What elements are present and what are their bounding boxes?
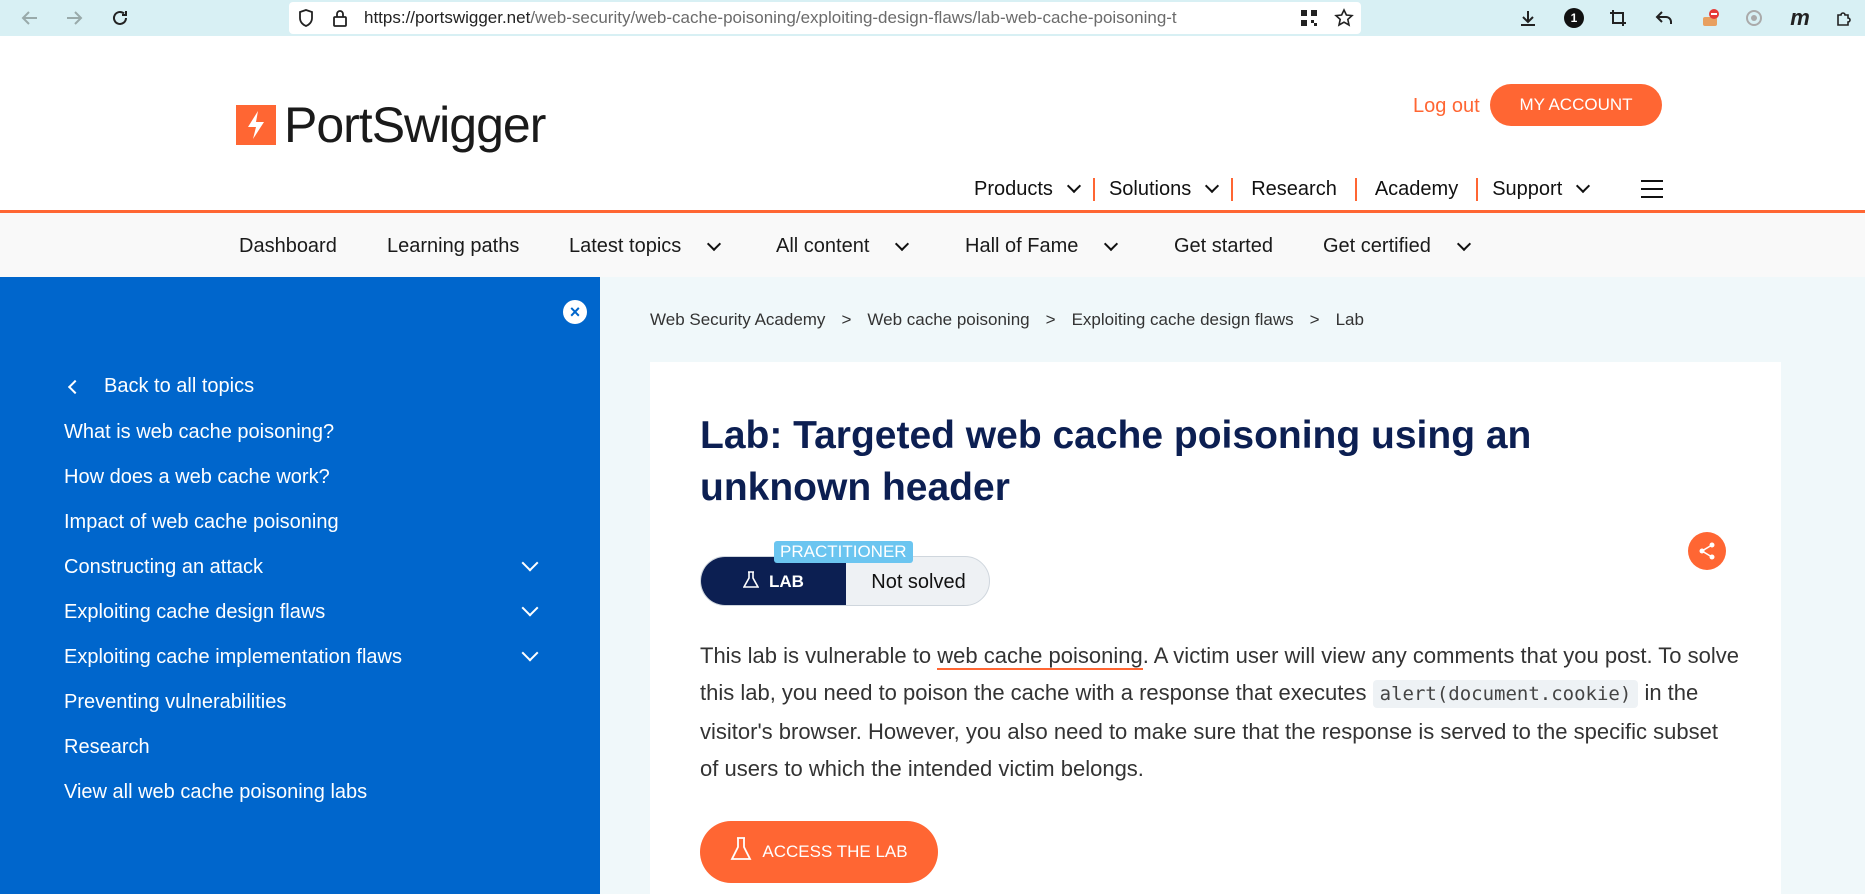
breadcrumb-design-flaws[interactable]: Exploiting cache design flaws <box>1072 310 1294 330</box>
academy-nav-hall-of-fame[interactable]: Hall of Fame <box>965 235 1119 258</box>
share-icon[interactable] <box>1688 532 1726 570</box>
sidebar-item-constructing-attack[interactable]: Constructing an attack <box>64 556 263 579</box>
sidebar-item-what-is[interactable]: What is web cache poisoning? <box>64 421 334 444</box>
close-sidebar-icon[interactable]: × <box>563 300 587 324</box>
lock-icon[interactable] <box>326 4 354 32</box>
breadcrumb-separator: > <box>841 310 852 329</box>
access-the-lab-button[interactable]: ACCESS THE LAB <box>700 821 938 883</box>
sidebar-item-impact[interactable]: Impact of web cache poisoning <box>64 511 339 534</box>
academy-nav-learning-paths[interactable]: Learning paths <box>387 235 519 258</box>
nav-products[interactable]: Products <box>960 177 1095 201</box>
breadcrumb-lab[interactable]: Lab <box>1336 310 1364 330</box>
nav-solutions[interactable]: Solutions <box>1095 177 1234 201</box>
nav-products-label: Products <box>974 177 1053 200</box>
my-account-button[interactable]: MY ACCOUNT <box>1490 84 1662 126</box>
nav-research-label: Research <box>1251 177 1337 200</box>
forward-arrow-icon[interactable] <box>60 4 88 32</box>
academy-nav-label: Dashboard <box>239 235 337 257</box>
shield-icon[interactable] <box>292 4 320 32</box>
sidebar-item-all-labs[interactable]: View all web cache poisoning labs <box>64 781 367 804</box>
logo-mark-icon <box>236 105 276 145</box>
bookmark-star-icon[interactable] <box>1330 4 1358 32</box>
lab-status-badge: LAB Not solved <box>700 556 990 606</box>
sidebar-item-implementation-flaws[interactable]: Exploiting cache implementation flaws <box>64 646 402 669</box>
undo-arrow-icon[interactable] <box>1650 4 1678 32</box>
web-cache-poisoning-link[interactable]: web cache poisoning <box>937 643 1143 670</box>
back-arrow-icon[interactable] <box>16 4 44 32</box>
nav-academy[interactable]: Academy <box>1357 177 1479 201</box>
breadcrumb-separator: > <box>1309 310 1320 329</box>
academy-nav-label: Latest topics <box>569 235 682 257</box>
breadcrumb: Web Security Academy > Web cache poisoni… <box>650 310 1364 330</box>
chevron-down-icon <box>1104 236 1119 251</box>
desc-text: This lab is vulnerable to <box>700 643 938 668</box>
code-snippet: alert(document.cookie) <box>1372 680 1639 708</box>
sidebar-item-preventing[interactable]: Preventing vulnerabilities <box>64 691 286 714</box>
extension-m-icon[interactable]: m <box>1786 4 1814 32</box>
extension-blocker-icon[interactable] <box>1696 4 1724 32</box>
logo-text: PortSwigger <box>284 97 546 153</box>
lab-description: This lab is vulnerable to web cache pois… <box>700 637 1740 787</box>
nav-support-label: Support <box>1492 177 1563 200</box>
qr-code-icon[interactable] <box>1295 4 1323 32</box>
extension-gear-icon[interactable] <box>1740 4 1768 32</box>
lab-type-badge: LAB <box>701 557 846 605</box>
academy-nav-get-started[interactable]: Get started <box>1174 235 1273 258</box>
back-label: Back to all topics <box>104 375 255 397</box>
difficulty-badge: PRACTITIONER <box>774 541 913 563</box>
access-the-lab-label: ACCESS THE LAB <box>762 842 908 861</box>
chevron-down-icon <box>707 236 722 251</box>
breadcrumb-web-cache-poisoning[interactable]: Web cache poisoning <box>867 310 1029 330</box>
download-icon[interactable] <box>1514 4 1542 32</box>
chevron-down-icon <box>1205 178 1220 194</box>
flask-icon <box>742 570 760 594</box>
hamburger-menu-icon[interactable] <box>1641 180 1663 198</box>
sidebar-item-design-flaws[interactable]: Exploiting cache design flaws <box>64 601 325 624</box>
chevron-down-icon <box>1576 178 1591 194</box>
solved-status: Not solved <box>871 570 966 593</box>
browser-toolbar: https://portswigger.net/web-security/web… <box>0 0 1865 36</box>
url-text[interactable]: https://portswigger.net/web-security/web… <box>364 8 1284 28</box>
breadcrumb-web-security-academy[interactable]: Web Security Academy <box>650 310 825 330</box>
top-navigation: Products Solutions Research Academy Supp… <box>960 176 1602 202</box>
academy-nav-label: Hall of Fame <box>965 235 1079 257</box>
notification-badge-icon[interactable]: 1 <box>1560 4 1588 32</box>
academy-navigation: Dashboard Learning paths Latest topics A… <box>0 213 1865 277</box>
chevron-down-icon <box>895 236 910 251</box>
breadcrumb-separator: > <box>1045 310 1056 329</box>
nav-solutions-label: Solutions <box>1108 177 1192 200</box>
academy-nav-label: Learning paths <box>387 235 520 257</box>
nav-research[interactable]: Research <box>1233 177 1357 201</box>
lab-badge-label: LAB <box>769 572 804 591</box>
chevron-left-icon <box>67 379 83 394</box>
academy-nav-all-content[interactable]: All content <box>776 235 910 258</box>
portswigger-logo[interactable]: PortSwigger <box>236 97 546 153</box>
academy-nav-latest-topics[interactable]: Latest topics <box>569 235 722 258</box>
reload-icon[interactable] <box>106 4 134 32</box>
logout-link[interactable]: Log out <box>1413 95 1480 118</box>
extensions-puzzle-icon[interactable] <box>1830 4 1858 32</box>
flask-icon <box>730 836 752 869</box>
academy-nav-label: Get started <box>1174 235 1273 257</box>
academy-nav-get-certified[interactable]: Get certified <box>1323 235 1471 258</box>
crop-icon[interactable] <box>1604 4 1632 32</box>
chevron-down-icon <box>1066 178 1082 194</box>
back-to-all-topics-link[interactable]: Back to all topics <box>64 375 254 398</box>
academy-nav-dashboard[interactable]: Dashboard <box>239 235 337 258</box>
page-title: Lab: Targeted web cache poisoning using … <box>700 414 1532 509</box>
nav-academy-label: Academy <box>1374 177 1459 200</box>
academy-nav-label: All content <box>776 235 870 257</box>
chevron-down-icon <box>1456 236 1471 251</box>
sidebar-item-how-cache-works[interactable]: How does a web cache work? <box>64 466 330 489</box>
nav-support[interactable]: Support <box>1478 178 1602 201</box>
academy-nav-label: Get certified <box>1323 235 1431 257</box>
sidebar-item-research[interactable]: Research <box>64 736 150 759</box>
